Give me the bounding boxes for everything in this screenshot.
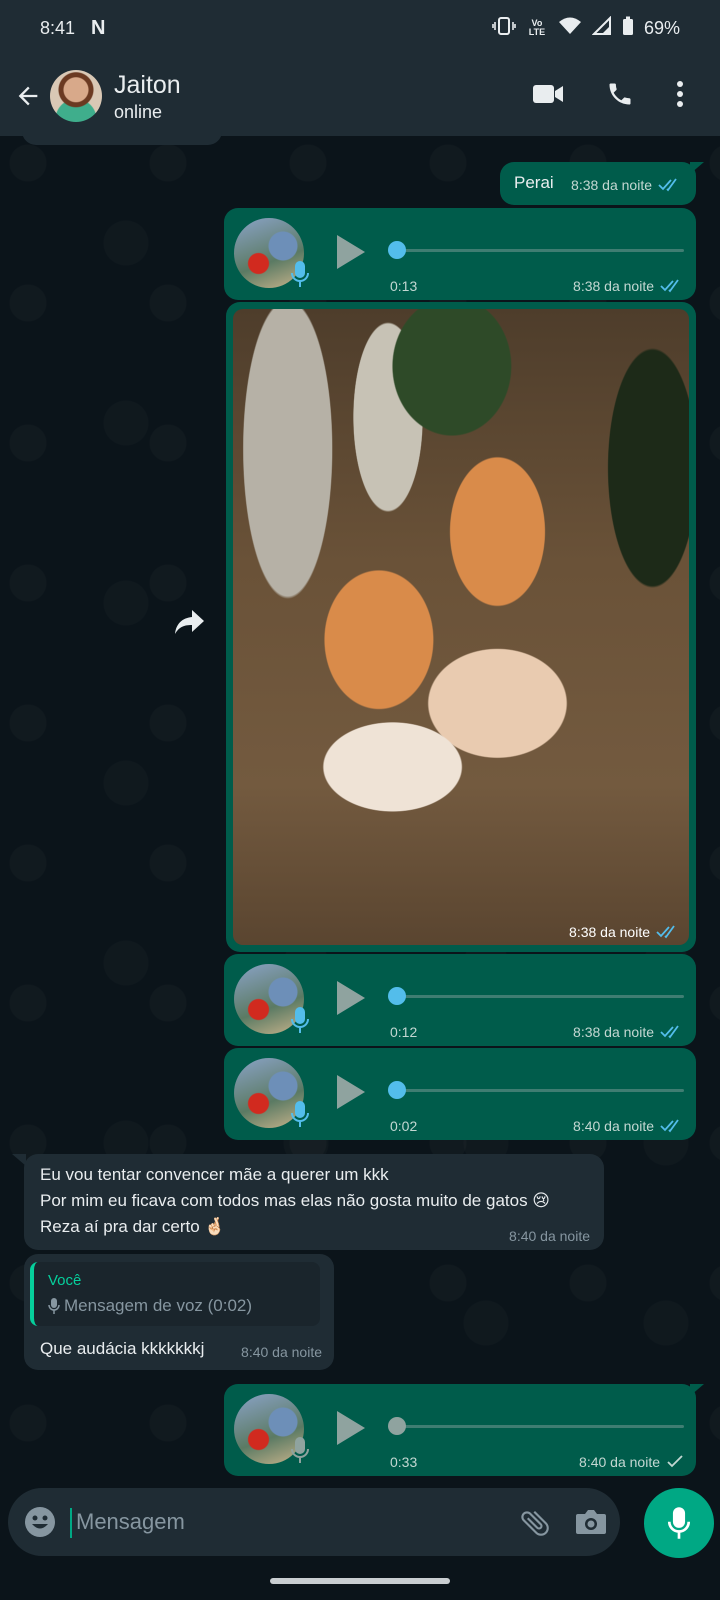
battery-icon bbox=[622, 16, 634, 41]
vibrate-icon bbox=[492, 16, 516, 41]
message-composer bbox=[8, 1488, 620, 1556]
audio-progress-track[interactable] bbox=[394, 249, 684, 252]
read-ticks-icon bbox=[656, 925, 675, 939]
read-ticks-icon bbox=[660, 279, 679, 293]
read-ticks-icon bbox=[660, 1119, 679, 1133]
paperclip-icon bbox=[521, 1510, 549, 1536]
quoted-author: Você bbox=[48, 1272, 82, 1289]
message-time: 8:40 da noite bbox=[509, 1228, 590, 1244]
voice-duration: 0:13 bbox=[390, 278, 418, 294]
video-camera-icon bbox=[533, 84, 563, 103]
arrow-left-icon bbox=[18, 86, 38, 106]
audio-progress-track[interactable] bbox=[394, 1089, 684, 1092]
outgoing-voice-message[interactable]: 0:33 8:40 da noite bbox=[224, 1384, 696, 1476]
chat-header: Jaiton online bbox=[0, 56, 720, 136]
forward-button[interactable] bbox=[174, 608, 206, 641]
netflix-notification-icon: N bbox=[91, 16, 106, 39]
battery-percent: 69% bbox=[643, 17, 680, 38]
play-button[interactable] bbox=[334, 232, 368, 277]
text-cursor bbox=[70, 1508, 72, 1538]
mic-icon bbox=[290, 260, 310, 293]
contact-name: Jaiton bbox=[114, 70, 181, 99]
mic-icon bbox=[667, 1507, 691, 1539]
contact-avatar[interactable] bbox=[50, 70, 102, 122]
play-icon bbox=[337, 1411, 365, 1445]
quoted-message[interactable]: Você Mensagem de voz (0:02) bbox=[30, 1262, 320, 1326]
quoted-text: Mensagem de voz (0:02) bbox=[64, 1296, 253, 1315]
record-voice-button[interactable] bbox=[644, 1488, 714, 1558]
contact-info[interactable]: Jaiton online bbox=[114, 70, 181, 123]
outgoing-voice-message[interactable]: 0:02 8:40 da noite bbox=[224, 1048, 696, 1140]
outgoing-image-message[interactable]: 8:38 da noite bbox=[226, 302, 696, 952]
status-time: 8:41 bbox=[40, 17, 76, 38]
audio-scrubber[interactable] bbox=[388, 987, 406, 1005]
voice-call-button[interactable] bbox=[606, 80, 634, 113]
message-time: 8:40 da noite bbox=[579, 1454, 660, 1470]
contact-status: online bbox=[114, 101, 163, 122]
emoji-button[interactable] bbox=[24, 1506, 56, 1543]
play-icon bbox=[337, 235, 365, 269]
audio-progress-track[interactable] bbox=[394, 1425, 684, 1428]
message-text: Perai bbox=[514, 173, 554, 192]
message-time: 8:40 da noite bbox=[573, 1118, 654, 1134]
message-text: Que audácia kkkkkkkj bbox=[40, 1339, 205, 1358]
more-options-button[interactable] bbox=[676, 80, 684, 113]
message-time: 8:38 da noite bbox=[573, 278, 654, 294]
play-icon bbox=[337, 1075, 365, 1109]
attach-button[interactable] bbox=[518, 1506, 552, 1545]
gesture-navigation-handle[interactable] bbox=[270, 1578, 450, 1584]
wifi-icon bbox=[558, 16, 582, 41]
message-time: 8:38 da noite bbox=[573, 1024, 654, 1040]
bubble-tail bbox=[690, 1384, 704, 1396]
kebab-menu-icon bbox=[677, 80, 683, 107]
mic-icon bbox=[290, 1436, 310, 1469]
play-button[interactable] bbox=[334, 1408, 368, 1453]
status-bar: 8:41 N Vo LTE 69% bbox=[0, 0, 720, 56]
voice-duration: 0:33 bbox=[390, 1454, 418, 1470]
signal-icon bbox=[591, 15, 612, 41]
audio-scrubber[interactable] bbox=[388, 1417, 406, 1435]
incoming-reply-message[interactable]: Você Mensagem de voz (0:02) Que audácia … bbox=[24, 1254, 334, 1370]
read-ticks-icon bbox=[660, 1025, 679, 1039]
forward-arrow-icon bbox=[175, 610, 204, 634]
message-line: Eu vou tentar convencer mãe a querer um … bbox=[40, 1165, 389, 1184]
audio-progress-track[interactable] bbox=[394, 995, 684, 998]
phone-icon bbox=[609, 83, 631, 104]
voice-duration: 0:12 bbox=[390, 1024, 418, 1040]
mic-icon bbox=[290, 1100, 310, 1133]
kittens-photo[interactable] bbox=[233, 309, 689, 945]
mic-icon bbox=[290, 1006, 310, 1039]
incoming-text-message[interactable]: Eu vou tentar convencer mãe a querer um … bbox=[24, 1154, 604, 1250]
play-button[interactable] bbox=[334, 978, 368, 1023]
message-time: 8:38 da noite bbox=[569, 924, 650, 940]
camera-button[interactable] bbox=[574, 1506, 608, 1543]
outgoing-voice-message[interactable]: 0:12 8:38 da noite bbox=[224, 954, 696, 1046]
play-button[interactable] bbox=[334, 1072, 368, 1117]
message-time: 8:38 da noite bbox=[571, 177, 652, 193]
back-button[interactable] bbox=[8, 82, 48, 110]
sent-tick-icon bbox=[667, 1455, 683, 1468]
message-input[interactable] bbox=[76, 1502, 496, 1542]
audio-scrubber[interactable] bbox=[388, 1081, 406, 1099]
read-ticks-icon bbox=[658, 178, 677, 192]
camera-icon bbox=[576, 1510, 606, 1534]
volte-icon: Vo LTE bbox=[528, 18, 546, 37]
message-line: Por mim eu ficava com todos mas elas não… bbox=[40, 1191, 551, 1210]
audio-scrubber[interactable] bbox=[388, 241, 406, 259]
message-time: 8:40 da noite bbox=[241, 1344, 322, 1360]
video-call-button[interactable] bbox=[532, 82, 564, 111]
emoji-icon bbox=[25, 1507, 55, 1537]
mic-icon bbox=[48, 1298, 60, 1314]
play-icon bbox=[337, 981, 365, 1015]
previous-message-bubble bbox=[22, 130, 222, 145]
voice-duration: 0:02 bbox=[390, 1118, 418, 1134]
outgoing-voice-message[interactable]: 0:13 8:38 da noite bbox=[224, 208, 696, 300]
outgoing-text-message[interactable]: Perai 8:38 da noite bbox=[500, 162, 696, 205]
bubble-tail bbox=[690, 162, 704, 174]
message-line: Reza aí pra dar certo 🤞🏻 bbox=[40, 1217, 226, 1236]
